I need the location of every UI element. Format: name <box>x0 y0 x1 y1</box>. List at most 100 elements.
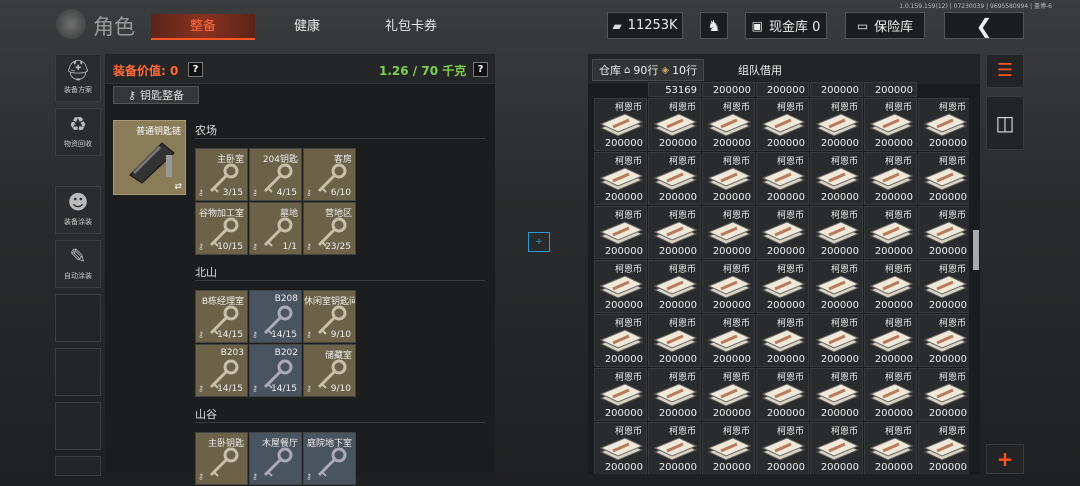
tab-gift-cards[interactable]: 礼包卡券 <box>359 14 463 40</box>
tab-team-borrow[interactable]: 组队借用 <box>732 59 788 81</box>
trader-button[interactable]: ♞ <box>700 12 728 39</box>
inventory-cell[interactable]: 柯恩币 200000 <box>594 260 647 313</box>
cell-value: 200000 <box>658 192 697 203</box>
inventory-cell[interactable]: 柯恩币 200000 <box>594 314 647 367</box>
key-slot[interactable]: 休闲室钥匙间 ⚷ 9/10 <box>303 290 356 343</box>
inventory-cell[interactable]: 柯恩币 200000 <box>864 206 917 259</box>
inventory-cell[interactable]: 柯恩币 200000 <box>756 206 809 259</box>
inventory-cell[interactable]: 柯恩币 200000 <box>756 152 809 205</box>
inventory-cell[interactable]: 柯恩币 200000 <box>702 314 755 367</box>
key-slot[interactable]: 主卧室 ⚷ 3/15 <box>195 148 248 201</box>
inventory-cell[interactable]: 柯恩币 200000 <box>810 152 863 205</box>
layer-button[interactable]: ◫ <box>986 96 1024 150</box>
key-slot[interactable]: 主卧钥匙 ⚷ <box>195 432 248 485</box>
inventory-cell[interactable]: 柯恩币 200000 <box>864 314 917 367</box>
tab-health[interactable]: 健康 <box>255 14 359 40</box>
inventory-cell[interactable]: 柯恩币 200000 <box>648 314 701 367</box>
inventory-cell[interactable]: 柯恩币 200000 <box>918 260 969 313</box>
sidebar-item-paint[interactable]: ☻ 装备涂装 <box>55 186 101 234</box>
key-slot[interactable]: 谷物加工室 ⚷ 10/15 <box>195 202 248 255</box>
inventory-cell[interactable]: 柯恩币 200000 <box>702 260 755 313</box>
tab-warehouse[interactable]: 仓库 ⌂ 90行 ◈ 10行 <box>592 59 705 81</box>
key-slot[interactable]: 木屋餐厅 ⚷ <box>249 432 302 485</box>
key-small-icon: ⚷ <box>252 330 258 339</box>
inventory-cell[interactable]: 柯恩币 200000 <box>702 368 755 421</box>
cell-value: 200000 <box>766 408 805 419</box>
key-slot[interactable]: B202 ⚷ 14/15 <box>249 344 302 397</box>
warehouse-rows: 90行 <box>633 64 659 77</box>
key-slot[interactable]: B208 ⚷ 14/15 <box>249 290 302 343</box>
inventory-cell[interactable]: 柯恩币 200000 <box>702 206 755 259</box>
key-slot[interactable]: 庭院地下室 ⚷ <box>303 432 356 485</box>
key-slot[interactable]: 客房 ⚷ 6/10 <box>303 148 356 201</box>
inventory-cell[interactable]: 柯恩币 200000 <box>594 422 647 474</box>
key-small-icon: ⚷ <box>252 188 258 197</box>
key-slot[interactable]: 墓地 ⚷ 1/1 <box>249 202 302 255</box>
inventory-cell[interactable]: 柯恩币 200000 <box>918 368 969 421</box>
sidebar-item-auto-paint[interactable]: ✎ 自动涂装 <box>55 240 101 288</box>
inventory-cell[interactable]: 柯恩币 200000 <box>648 260 701 313</box>
inventory-cell[interactable]: 200000 <box>702 82 755 97</box>
cash-stack-icon <box>761 329 806 353</box>
inventory-cell[interactable]: 柯恩币 200000 <box>918 314 969 367</box>
sidebar-item-recycle[interactable]: ♻ 物资回收 <box>55 108 101 156</box>
safe-button[interactable]: ▭ 保险库 <box>845 12 925 39</box>
money-display[interactable]: ▰ 11253K <box>607 12 683 39</box>
inventory-cell[interactable]: 柯恩币 200000 <box>702 152 755 205</box>
inventory-cell[interactable]: 柯恩币 200000 <box>810 368 863 421</box>
inventory-cell[interactable]: 柯恩币 200000 <box>648 422 701 474</box>
inventory-cell[interactable]: 柯恩币 200000 <box>594 98 647 151</box>
section-title: 北山 <box>195 266 217 279</box>
inventory-cell[interactable]: 柯恩币 200000 <box>756 98 809 151</box>
back-button[interactable]: ❮ <box>944 12 1024 39</box>
key-slot[interactable]: 营地区 ⚷ 23/25 <box>303 202 356 255</box>
inventory-cell[interactable]: 柯恩币 200000 <box>918 152 969 205</box>
inventory-cell[interactable]: 柯恩币 200000 <box>864 260 917 313</box>
inventory-cell[interactable]: 柯恩币 200000 <box>810 206 863 259</box>
inventory-cell[interactable]: 53169 <box>648 82 701 97</box>
inventory-cell[interactable]: 200000 <box>864 82 917 97</box>
key-slot[interactable]: B203 ⚷ 14/15 <box>195 344 248 397</box>
cell-value: 200000 <box>820 300 859 311</box>
add-button[interactable]: + <box>986 444 1024 474</box>
inventory-cell[interactable]: 柯恩币 200000 <box>648 98 701 151</box>
inventory-cell[interactable]: 柯恩币 200000 <box>648 368 701 421</box>
tab-prepare[interactable]: 整备 <box>151 14 255 40</box>
inventory-cell[interactable]: 柯恩币 200000 <box>864 98 917 151</box>
cell-value: 200000 <box>712 138 751 149</box>
sort-button[interactable]: ☰ <box>986 54 1024 88</box>
inventory-cell[interactable]: 柯恩币 200000 <box>810 422 863 474</box>
inventory-cell[interactable]: 柯恩币 200000 <box>648 206 701 259</box>
inventory-cell[interactable]: 200000 <box>756 82 809 97</box>
key-prepare-button[interactable]: ⚷ 钥匙整备 <box>113 86 199 104</box>
key-slot[interactable]: 204钥匙 ⚷ 4/15 <box>249 148 302 201</box>
inventory-cell[interactable]: 柯恩币 200000 <box>756 422 809 474</box>
inventory-cell[interactable]: 柯恩币 200000 <box>810 260 863 313</box>
inventory-cell[interactable]: 柯恩币 200000 <box>810 314 863 367</box>
inventory-cell[interactable]: 柯恩币 200000 <box>864 368 917 421</box>
inventory-cell[interactable]: 柯恩币 200000 <box>594 206 647 259</box>
inventory-cell[interactable]: 柯恩币 200000 <box>864 152 917 205</box>
inventory-cell[interactable]: 柯恩币 200000 <box>756 260 809 313</box>
inventory-cell[interactable]: 柯恩币 200000 <box>702 422 755 474</box>
inventory-cell[interactable]: 柯恩币 200000 <box>864 422 917 474</box>
inventory-cell[interactable]: 柯恩币 200000 <box>756 368 809 421</box>
keychain-slot[interactable]: 普通钥匙链 ⇄ <box>113 120 186 195</box>
key-slot[interactable]: B栋经理室 ⚷ 14/15 <box>195 290 248 343</box>
inventory-cell[interactable]: 柯恩币 200000 <box>918 206 969 259</box>
inventory-cell[interactable]: 柯恩币 200000 <box>648 152 701 205</box>
inventory-cell[interactable]: 柯恩币 200000 <box>594 368 647 421</box>
inventory-cell[interactable]: 柯恩币 200000 <box>702 98 755 151</box>
inventory-cell[interactable]: 柯恩币 200000 <box>594 152 647 205</box>
sidebar-item-loadout[interactable]: ⛑ 装备方案 <box>55 54 101 102</box>
grid-scrollbar[interactable] <box>973 230 979 270</box>
help-button[interactable]: ? <box>473 62 488 77</box>
inventory-cell[interactable]: 柯恩币 200000 <box>756 314 809 367</box>
help-button[interactable]: ? <box>188 62 203 77</box>
key-slot[interactable]: 储藏室 ⚷ 9/10 <box>303 344 356 397</box>
inventory-cell[interactable]: 200000 <box>810 82 863 97</box>
inventory-cell[interactable]: 柯恩币 200000 <box>918 98 969 151</box>
inventory-cell[interactable]: 柯恩币 200000 <box>810 98 863 151</box>
inventory-cell[interactable]: 柯恩币 200000 <box>918 422 969 474</box>
cash-vault-button[interactable]: ▣ 现金库 0 <box>745 12 827 39</box>
